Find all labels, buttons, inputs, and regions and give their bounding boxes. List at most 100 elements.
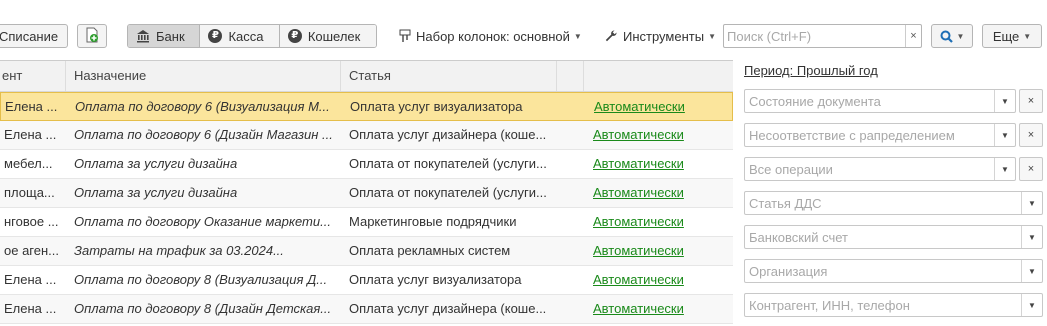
chevron-down-icon: ▼ bbox=[1023, 31, 1032, 41]
columns-icon bbox=[399, 29, 411, 43]
table-row[interactable]: Елена ... Оплата по договору 8 (Визуализа… bbox=[0, 266, 733, 295]
clear-filter-icon[interactable]: × bbox=[1019, 123, 1043, 147]
purpose-cell: Затраты на трафик за 03.2024... bbox=[74, 243, 284, 258]
chevron-down-icon[interactable]: ▼ bbox=[1021, 226, 1042, 248]
filter-placeholder: Несоответствие с рапределением bbox=[749, 127, 955, 143]
article-cell: Маркетинговые подрядчики bbox=[349, 214, 517, 229]
counterparty-cell: Елена ... bbox=[4, 272, 57, 287]
chevron-down-icon[interactable]: ▼ bbox=[1021, 192, 1042, 214]
write-off-label: Списание bbox=[0, 28, 59, 44]
filter-placeholder: Организация bbox=[749, 263, 828, 279]
distribution-link[interactable]: Автоматически bbox=[593, 150, 723, 178]
filter-select[interactable]: Статья ДДС ▼ bbox=[744, 191, 1043, 215]
column-set-menu[interactable]: Набор колонок: основной ▼ bbox=[399, 24, 582, 48]
clear-filter-icon[interactable]: × bbox=[1019, 89, 1043, 113]
clear-filter-icon[interactable]: × bbox=[1019, 157, 1043, 181]
table-header: ент Назначение Статья bbox=[0, 61, 733, 92]
counterparty-cell: площа... bbox=[4, 185, 55, 200]
column-header-article[interactable]: Статья bbox=[341, 61, 557, 91]
distribution-link[interactable]: Автоматически bbox=[593, 208, 723, 236]
purpose-cell: Оплата по договору 8 (Дизайн Детская... bbox=[74, 301, 332, 316]
article-cell: Оплата от покупателей (услуги... bbox=[349, 156, 547, 171]
write-off-button[interactable]: Списание bbox=[0, 24, 68, 48]
operations-table: ент Назначение Статья Елена ... Оплата по… bbox=[0, 60, 733, 326]
chevron-down-icon: ▼ bbox=[708, 31, 716, 41]
tools-menu[interactable]: Инструменты ▼ bbox=[604, 24, 716, 48]
filter-select[interactable]: Банковский счет ▼ bbox=[744, 225, 1043, 249]
column-header-distribution[interactable] bbox=[584, 61, 733, 91]
distribution-link[interactable]: Автоматически bbox=[593, 179, 723, 207]
table-row[interactable]: мебел... Оплата за услуги дизайна Оплата о… bbox=[0, 150, 733, 179]
table-row[interactable]: нговое ... Оплата по договору Оказание ма… bbox=[0, 208, 733, 237]
distribution-link[interactable]: Автоматически bbox=[594, 93, 724, 121]
filter-field: Состояние документа ▼ × bbox=[744, 89, 1043, 113]
table-row[interactable]: Елена ... Оплата по договору 6 (Визуализа… bbox=[0, 92, 733, 121]
table-row[interactable]: Елена ... Оплата по договору 6 (Дизайн Ма… bbox=[0, 121, 733, 150]
table-row[interactable]: Елена ... Оплата по договору 8 (Дизайн Де… bbox=[0, 295, 733, 324]
counterparty-cell: Елена ... bbox=[4, 127, 57, 142]
add-document-icon bbox=[85, 27, 99, 46]
tab-bank-label: Банк bbox=[156, 28, 185, 44]
tab-bank[interactable]: Банк bbox=[128, 25, 201, 47]
tab-cash-label: Касса bbox=[228, 28, 264, 44]
filter-panel: Период: Прошлый год Состояние документа ▼… bbox=[734, 58, 1047, 325]
chevron-down-icon[interactable]: ▼ bbox=[994, 124, 1015, 146]
distribution-link[interactable]: Автоматически bbox=[593, 266, 723, 294]
search-input[interactable] bbox=[724, 25, 905, 47]
chevron-down-icon: ▼ bbox=[573, 31, 582, 41]
filter-field: Несоответствие с рапределением ▼ × bbox=[744, 123, 1043, 147]
chevron-down-icon[interactable]: ▼ bbox=[994, 158, 1015, 180]
article-cell: Оплата услуг визуализатора bbox=[349, 272, 522, 287]
ruble-icon: ₽ bbox=[287, 29, 302, 43]
purpose-cell: Оплата по договору 8 (Визуализация Д... bbox=[74, 272, 328, 287]
filter-placeholder: Статья ДДС bbox=[749, 195, 822, 211]
purpose-cell: Оплата по договору 6 (Дизайн Магазин ... bbox=[74, 127, 333, 142]
article-cell: Оплата услуг визуализатора bbox=[350, 99, 523, 114]
search-field: × bbox=[723, 24, 922, 48]
filter-select[interactable]: Состояние документа ▼ bbox=[744, 89, 1016, 113]
filter-placeholder: Состояние документа bbox=[749, 93, 881, 109]
filter-select[interactable]: Все операции ▼ bbox=[744, 157, 1016, 181]
table-row[interactable]: ое аген... Затраты на трафик за 03.2024..… bbox=[0, 237, 733, 266]
chevron-down-icon[interactable]: ▼ bbox=[994, 90, 1015, 112]
column-header-counterparty[interactable]: ент bbox=[0, 61, 66, 91]
search-icon bbox=[940, 30, 953, 43]
distribution-link[interactable]: Автоматически bbox=[593, 295, 723, 323]
table-row[interactable]: площа... Оплата за услуги дизайна Оплата о… bbox=[0, 179, 733, 208]
tab-cash[interactable]: ₽ Касса bbox=[200, 25, 280, 47]
counterparty-cell: мебел... bbox=[4, 156, 53, 171]
chevron-down-icon[interactable]: ▼ bbox=[1021, 294, 1042, 316]
add-document-button[interactable] bbox=[77, 24, 107, 48]
source-switch: Банк ₽ Касса ₽ Кошелек bbox=[127, 24, 377, 48]
chevron-down-icon[interactable]: ▼ bbox=[1021, 260, 1042, 282]
column-header-purpose[interactable]: Назначение bbox=[66, 61, 341, 91]
filter-select[interactable]: Организация ▼ bbox=[744, 259, 1043, 283]
article-cell: Оплата услуг дизайнера (коше... bbox=[349, 301, 547, 316]
filter-select[interactable]: Контрагент, ИНН, телефон ▼ bbox=[744, 293, 1043, 317]
distribution-link[interactable]: Автоматически bbox=[593, 237, 723, 265]
filter-placeholder: Контрагент, ИНН, телефон bbox=[749, 297, 910, 313]
ruble-icon: ₽ bbox=[208, 29, 223, 43]
search-button[interactable]: ▼ bbox=[931, 24, 973, 48]
chevron-down-icon: ▼ bbox=[956, 31, 965, 41]
filter-field: Все операции ▼ × bbox=[744, 157, 1043, 181]
distribution-link[interactable]: Автоматически bbox=[593, 121, 723, 149]
counterparty-cell: Елена ... bbox=[5, 99, 58, 114]
tab-wallet[interactable]: ₽ Кошелек bbox=[279, 25, 376, 47]
purpose-cell: Оплата по договору 6 (Визуализация М... bbox=[75, 99, 330, 114]
column-header-blank[interactable] bbox=[557, 61, 584, 91]
period-link[interactable]: Период: Прошлый год bbox=[744, 63, 878, 78]
article-cell: Оплата услуг дизайнера (коше... bbox=[349, 127, 547, 142]
bank-icon bbox=[136, 29, 150, 43]
article-cell: Оплата от покупателей (услуги... bbox=[349, 185, 547, 200]
clear-search-icon[interactable]: × bbox=[905, 25, 921, 47]
filter-field: Статья ДДС ▼ bbox=[744, 191, 1043, 215]
counterparty-cell: Елена ... bbox=[4, 301, 57, 316]
filter-select[interactable]: Несоответствие с рапределением ▼ bbox=[744, 123, 1016, 147]
filter-field: Контрагент, ИНН, телефон ▼ bbox=[744, 293, 1043, 317]
filter-placeholder: Все операции bbox=[749, 161, 833, 177]
column-set-label: Набор колонок: основной bbox=[416, 28, 570, 44]
tab-wallet-label: Кошелек bbox=[307, 28, 361, 44]
purpose-cell: Оплата за услуги дизайна bbox=[74, 156, 238, 171]
more-button[interactable]: Еще ▼ bbox=[982, 24, 1042, 48]
